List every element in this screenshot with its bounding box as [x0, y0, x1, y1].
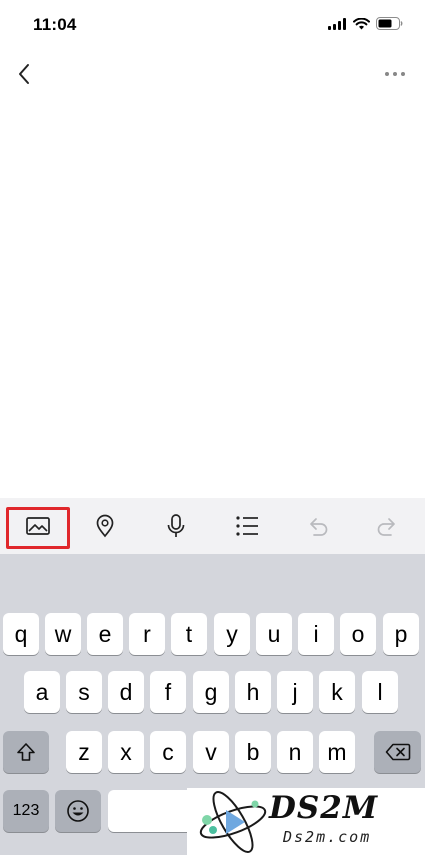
- key-f[interactable]: f: [150, 671, 186, 713]
- key-s[interactable]: s: [66, 671, 102, 713]
- key-l[interactable]: l: [362, 671, 398, 713]
- key-b[interactable]: b: [235, 731, 271, 773]
- key-m[interactable]: m: [319, 731, 355, 773]
- delete-key[interactable]: [374, 731, 421, 773]
- nav-bar: [0, 50, 425, 98]
- note-editor-area[interactable]: [0, 98, 425, 498]
- key-j[interactable]: j: [277, 671, 313, 713]
- redo-button[interactable]: [357, 507, 417, 545]
- key-u[interactable]: u: [256, 613, 292, 655]
- highlight-box: [6, 507, 70, 549]
- key-y[interactable]: y: [214, 613, 250, 655]
- key-c[interactable]: c: [150, 731, 186, 773]
- shift-icon: [17, 743, 35, 761]
- status-bar: 11:04: [0, 0, 425, 48]
- key-w[interactable]: w: [45, 613, 81, 655]
- emoji-key[interactable]: [55, 790, 101, 832]
- insert-location-button[interactable]: [75, 507, 135, 545]
- key-q[interactable]: q: [3, 613, 39, 655]
- chevron-left-icon: [19, 64, 29, 84]
- key-v[interactable]: v: [193, 731, 229, 773]
- key-p[interactable]: p: [383, 613, 419, 655]
- editor-toolbar: [0, 498, 425, 554]
- wifi-icon: [353, 17, 370, 29]
- key-k[interactable]: k: [319, 671, 355, 713]
- microphone-icon: [167, 514, 185, 537]
- location-icon: [96, 514, 114, 538]
- watermark-title: DS2M: [269, 790, 379, 826]
- watermark: DS2M Ds2m.com: [187, 788, 425, 855]
- key-g[interactable]: g: [193, 671, 229, 713]
- delete-icon: [385, 743, 410, 761]
- more-button[interactable]: [381, 60, 409, 88]
- key-a[interactable]: a: [24, 671, 60, 713]
- back-button[interactable]: [10, 60, 38, 88]
- key-d[interactable]: d: [108, 671, 144, 713]
- key-i[interactable]: i: [298, 613, 334, 655]
- key-z[interactable]: z: [66, 731, 102, 773]
- checklist-button[interactable]: [217, 507, 277, 545]
- key-h[interactable]: h: [235, 671, 271, 713]
- status-icons: [328, 17, 403, 30]
- emoji-icon: [67, 800, 89, 822]
- key-x[interactable]: x: [108, 731, 144, 773]
- voice-input-button[interactable]: [146, 507, 206, 545]
- key-n[interactable]: n: [277, 731, 313, 773]
- more-horizontal-icon: [385, 72, 405, 76]
- battery-icon: [376, 17, 403, 30]
- redo-icon: [377, 518, 395, 536]
- shift-key[interactable]: [3, 731, 49, 773]
- undo-icon: [310, 518, 328, 536]
- status-time: 11:04: [33, 15, 77, 34]
- list-icon: [236, 516, 258, 536]
- watermark-subtitle: Ds2m.com: [283, 828, 372, 846]
- signal-icon: [328, 17, 346, 30]
- undo-button[interactable]: [288, 507, 348, 545]
- key-o[interactable]: o: [340, 613, 376, 655]
- key-r[interactable]: r: [129, 613, 165, 655]
- watermark-logo: [199, 791, 267, 853]
- key-t[interactable]: t: [171, 613, 207, 655]
- key-e[interactable]: e: [87, 613, 123, 655]
- numbers-key[interactable]: 123: [3, 790, 49, 832]
